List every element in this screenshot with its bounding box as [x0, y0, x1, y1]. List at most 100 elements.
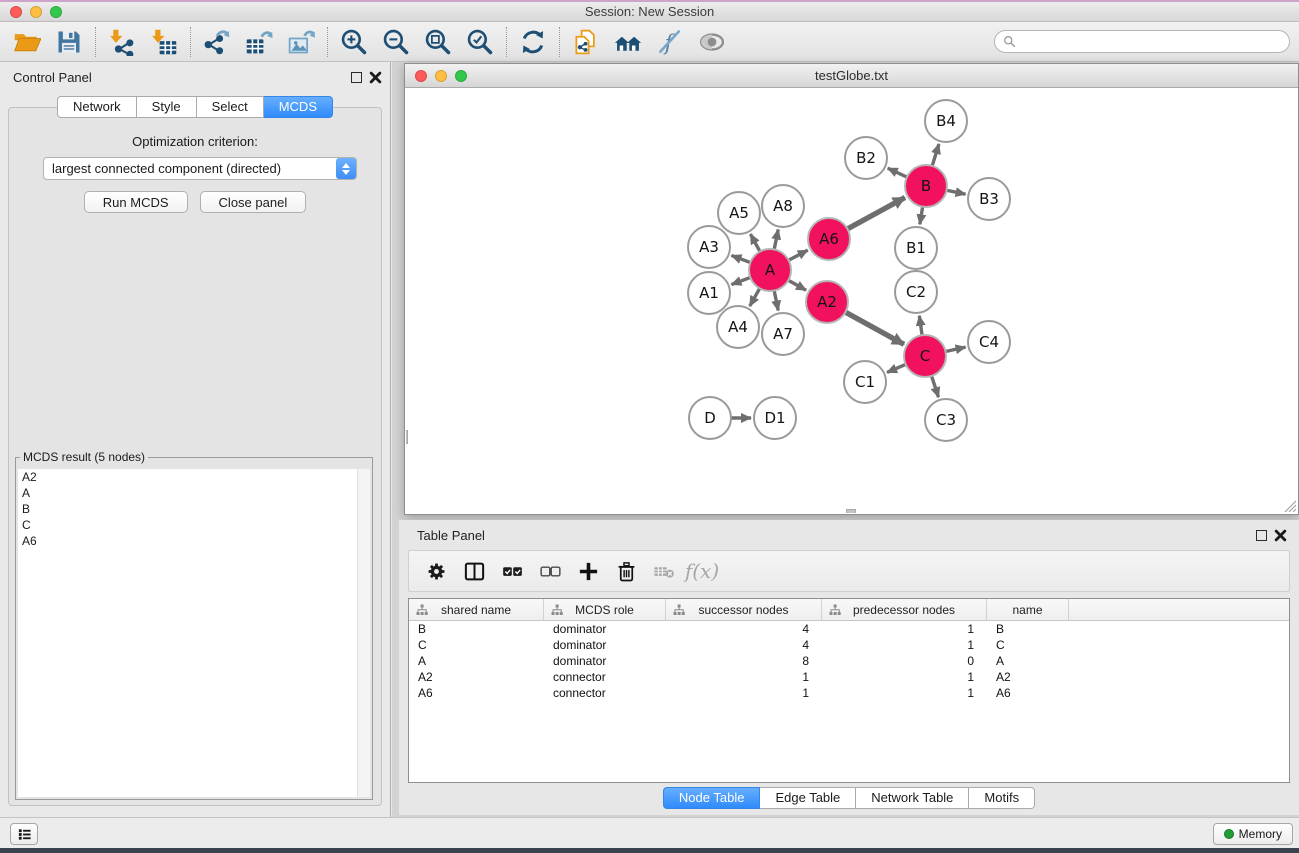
table-cell[interactable]: B	[987, 621, 1069, 637]
zoom-in-icon[interactable]	[333, 25, 375, 59]
node-A2[interactable]: A2	[806, 281, 848, 323]
node-B2[interactable]: B2	[845, 137, 887, 179]
network-canvas[interactable]: AA1A2A3A4A5A6A7A8BB1B2B3B4CC1C2C3C4DD1	[406, 89, 1297, 513]
import-table-icon[interactable]	[143, 25, 185, 59]
close-panel-button[interactable]: Close panel	[200, 191, 307, 213]
node-A8[interactable]: A8	[762, 185, 804, 227]
deselect-all-icon[interactable]	[531, 554, 569, 588]
column-header-successor-nodes[interactable]: successor nodes	[666, 599, 822, 620]
tab-node-table[interactable]: Node Table	[663, 787, 761, 809]
node-A3[interactable]: A3	[688, 226, 730, 268]
node-A[interactable]: A	[749, 249, 791, 291]
table-cell[interactable]: A6	[987, 685, 1069, 701]
node-A7[interactable]: A7	[762, 313, 804, 355]
node-B1[interactable]: B1	[895, 227, 937, 269]
table-cell[interactable]: A	[987, 653, 1069, 669]
mcds-list-scrollbar[interactable]	[357, 469, 370, 797]
table-cell[interactable]: A6	[409, 685, 544, 701]
column-header-predecessor-nodes[interactable]: predecessor nodes	[822, 599, 987, 620]
run-mcds-button[interactable]: Run MCDS	[84, 191, 188, 213]
criterion-dropdown[interactable]: largest connected component (directed)	[43, 157, 357, 180]
table-cell[interactable]: B	[409, 621, 544, 637]
network-minimize-button[interactable]	[435, 70, 447, 82]
export-network-icon[interactable]	[196, 25, 238, 59]
node-C2[interactable]: C2	[895, 271, 937, 313]
table-cell[interactable]: 1	[822, 637, 987, 653]
table-cell[interactable]: 8	[666, 653, 822, 669]
import-network-icon[interactable]	[101, 25, 143, 59]
network-view-window[interactable]: testGlobe.txt AA1A2A3A4A5A6A7A8BB1B2B3B4…	[404, 63, 1299, 515]
table-cell[interactable]: dominator	[544, 621, 666, 637]
search-input[interactable]	[1016, 31, 1289, 52]
mcds-result-item[interactable]: A6	[18, 533, 370, 549]
mcds-result-item[interactable]: A	[18, 485, 370, 501]
tab-style[interactable]: Style	[137, 96, 197, 118]
export-image-icon[interactable]	[280, 25, 322, 59]
table-row[interactable]: Cdominator41C	[409, 637, 1289, 653]
table-cell[interactable]: 1	[822, 621, 987, 637]
node-A4[interactable]: A4	[717, 306, 759, 348]
table-cell[interactable]: 1	[822, 685, 987, 701]
select-all-icon[interactable]	[493, 554, 531, 588]
minimize-window-button[interactable]	[30, 6, 42, 18]
close-window-button[interactable]	[10, 6, 22, 18]
node-A1[interactable]: A1	[688, 272, 730, 314]
node-A6[interactable]: A6	[808, 218, 850, 260]
table-row[interactable]: Bdominator41B	[409, 621, 1289, 637]
table-cell[interactable]: 1	[822, 669, 987, 685]
table-row[interactable]: A6connector11A6	[409, 685, 1289, 701]
table-cell[interactable]: C	[409, 637, 544, 653]
table-cell[interactable]: C	[987, 637, 1069, 653]
open-icon[interactable]	[6, 25, 48, 59]
network-window-titlebar[interactable]: testGlobe.txt	[405, 64, 1298, 88]
delete-icon[interactable]	[607, 554, 645, 588]
node-C1[interactable]: C1	[844, 361, 886, 403]
node-table[interactable]: shared nameMCDS rolesuccessor nodesprede…	[408, 598, 1290, 783]
zoom-selected-icon[interactable]	[459, 25, 501, 59]
zoom-fit-icon[interactable]	[417, 25, 459, 59]
home-icon[interactable]	[607, 25, 649, 59]
tab-network-table[interactable]: Network Table	[856, 787, 969, 809]
mcds-result-item[interactable]: A2	[18, 469, 370, 485]
clone-network-icon[interactable]	[565, 25, 607, 59]
table-cell[interactable]: 4	[666, 637, 822, 653]
eye-icon[interactable]	[691, 25, 733, 59]
save-icon[interactable]	[48, 25, 90, 59]
table-cell[interactable]: 1	[666, 669, 822, 685]
resize-grip-icon[interactable]	[1283, 499, 1296, 512]
float-panel-icon[interactable]	[351, 72, 362, 83]
node-C3[interactable]: C3	[925, 399, 967, 441]
app-titlebar[interactable]: Session: New Session	[0, 2, 1299, 22]
table-row[interactable]: A2connector11A2	[409, 669, 1289, 685]
zoom-window-button[interactable]	[50, 6, 62, 18]
node-D[interactable]: D	[689, 397, 731, 439]
column-header-MCDS-role[interactable]: MCDS role	[544, 599, 666, 620]
node-B[interactable]: B	[905, 165, 947, 207]
table-cell[interactable]: A2	[987, 669, 1069, 685]
table-cell[interactable]: A	[409, 653, 544, 669]
table-cell[interactable]: connector	[544, 685, 666, 701]
mcds-result-item[interactable]: C	[18, 517, 370, 533]
gear-icon[interactable]	[417, 554, 455, 588]
refresh-icon[interactable]	[512, 25, 554, 59]
table-cell[interactable]: A2	[409, 669, 544, 685]
network-close-button[interactable]	[415, 70, 427, 82]
mcds-result-item[interactable]: B	[18, 501, 370, 517]
search-box[interactable]	[994, 30, 1290, 53]
table-cell[interactable]: 0	[822, 653, 987, 669]
table-cell[interactable]: 4	[666, 621, 822, 637]
memory-button[interactable]: Memory	[1213, 823, 1293, 845]
tab-mcds[interactable]: MCDS	[264, 96, 333, 118]
vertical-scroll-thumb[interactable]	[406, 430, 408, 444]
tab-edge-table[interactable]: Edge Table	[760, 787, 856, 809]
export-table-icon[interactable]	[238, 25, 280, 59]
node-D1[interactable]: D1	[754, 397, 796, 439]
task-history-button[interactable]	[10, 823, 38, 845]
tab-select[interactable]: Select	[197, 96, 264, 118]
table-cell[interactable]: 1	[666, 685, 822, 701]
mcds-result-list[interactable]: A2ABCA6	[18, 469, 370, 797]
tab-motifs[interactable]: Motifs	[969, 787, 1035, 809]
network-zoom-button[interactable]	[455, 70, 467, 82]
table-close-icon[interactable]	[1274, 529, 1287, 542]
node-C[interactable]: C	[904, 335, 946, 377]
